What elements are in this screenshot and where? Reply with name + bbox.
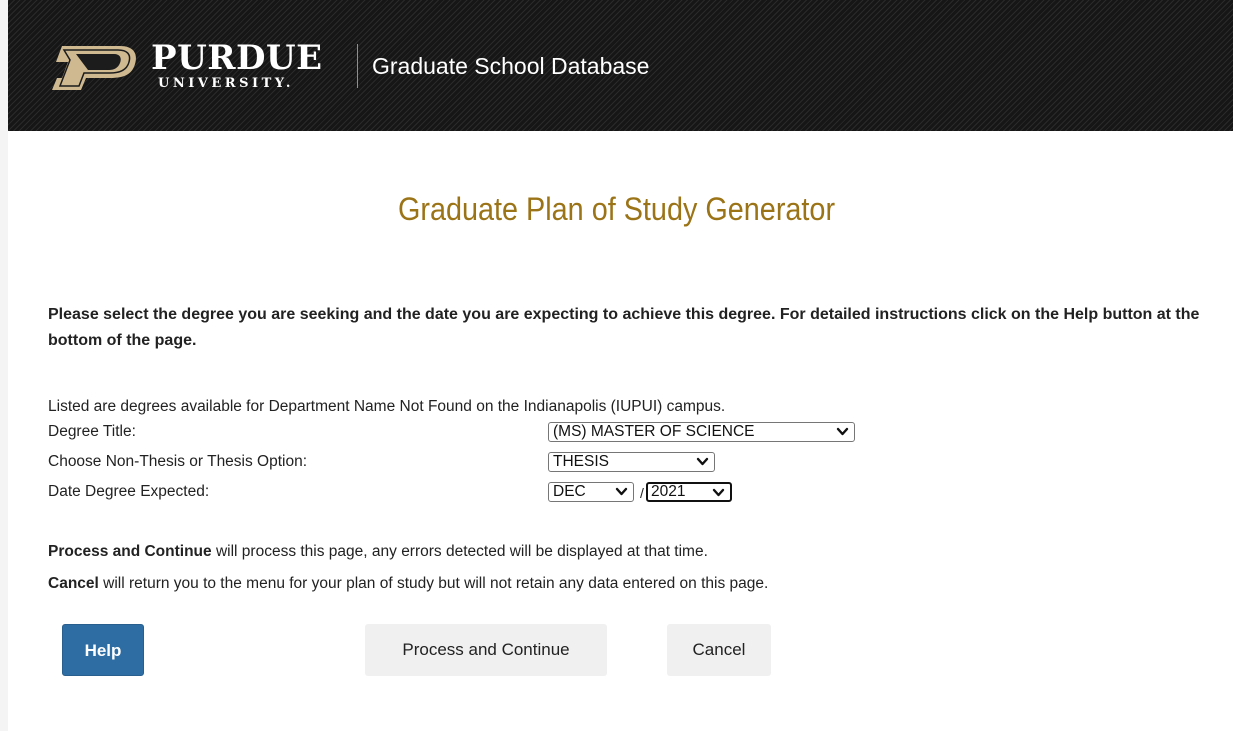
intro-instructions: Please select the degree you are seeking… [48,306,1200,349]
logo-wordmark: PURDUE [151,38,323,78]
thesis-option-select[interactable]: THESIS [548,452,715,472]
site-header: PURDUE UNIVERSITY. Graduate School Datab… [8,0,1233,131]
degree-title-value: (MS) MASTER OF SCIENCE [553,423,755,440]
header-divider [357,44,358,88]
year-select[interactable]: 2021 [646,482,732,502]
year-value: 2021 [651,483,686,500]
listing-note: Listed are degrees available for Departm… [48,398,726,415]
app-title: Graduate School Database [372,53,650,79]
purdue-p-logo-icon [52,46,136,90]
page-frame: PURDUE UNIVERSITY. Graduate School Datab… [0,0,1233,731]
process-keyword: Process and Continue [48,543,212,560]
page-title: Graduate Plan of Study Generator [397,191,836,227]
help-button[interactable]: Help [62,624,144,676]
thesis-option-value: THESIS [553,453,609,470]
cancel-note-text: will return you to the menu for your pla… [98,575,769,592]
chevron-down-icon [615,487,628,496]
degree-title-label: Degree Title: [48,423,136,440]
month-value: DEC [553,483,586,500]
date-label: Date Degree Expected: [48,483,210,500]
logo-subtitle: UNIVERSITY. [158,76,294,91]
date-separator: / [640,485,644,501]
month-select[interactable]: DEC [548,482,634,502]
chevron-down-icon [712,488,725,497]
left-rail [0,0,8,731]
option-label: Choose Non-Thesis or Thesis Option: [48,453,308,470]
chevron-down-icon [836,427,849,436]
process-note-text: will process this page, any errors detec… [211,543,708,560]
cancel-button[interactable]: Cancel [667,624,771,676]
degree-title-select[interactable]: (MS) MASTER OF SCIENCE [548,422,855,442]
chevron-down-icon [696,457,709,466]
process-note: Process and Continue will process this p… [48,542,708,562]
cancel-note: Cancel will return you to the menu for y… [48,574,768,594]
cancel-keyword: Cancel [48,575,99,592]
process-and-continue-button[interactable]: Process and Continue [365,624,607,676]
